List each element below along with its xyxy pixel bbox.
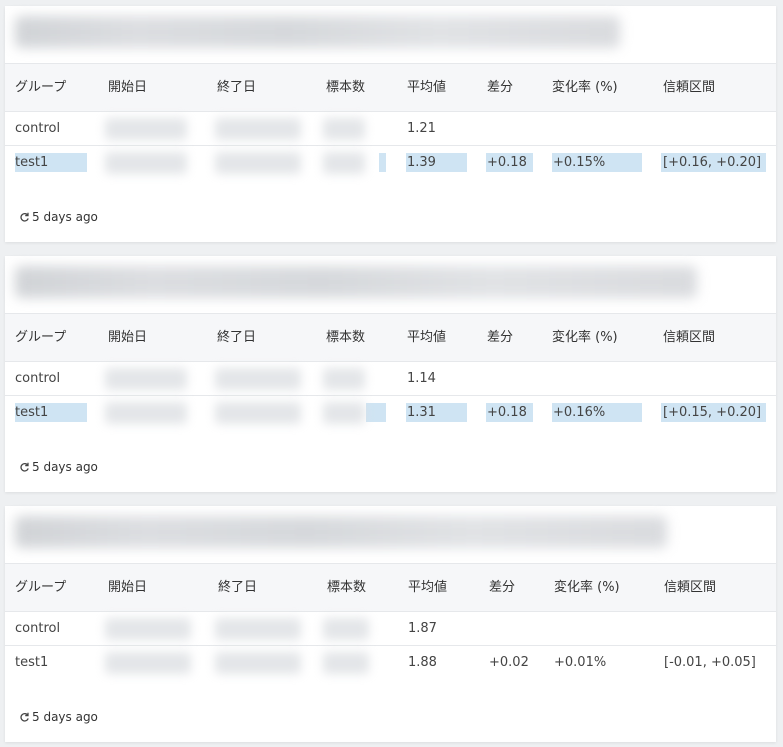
group-cell: control <box>15 621 61 636</box>
col-mean: 平均値 <box>407 330 447 345</box>
table-row: test1 1.88 +0.02 +0.01% [-0.01, +0.05] <box>5 646 776 680</box>
change-rate-cell: +0.01% <box>554 655 607 670</box>
col-start-date: 開始日 <box>108 580 148 595</box>
refresh-icon <box>19 712 30 726</box>
change-rate-cell: +0.15% <box>553 155 606 170</box>
redacted-start-date <box>105 368 187 390</box>
table-row: control 1.14 <box>5 362 776 396</box>
diff-cell: +0.18 <box>487 155 527 170</box>
col-sample-size: 標本数 <box>326 330 366 345</box>
updated-at: 5 days ago <box>19 460 98 476</box>
redacted-start-date <box>105 118 187 140</box>
redacted-end-date <box>215 618 301 640</box>
col-end-date: 終了日 <box>217 330 257 345</box>
card-header <box>5 256 776 314</box>
col-mean: 平均値 <box>408 580 448 595</box>
col-diff: 差分 <box>489 580 516 595</box>
mean-cell: 1.14 <box>407 371 436 386</box>
col-diff: 差分 <box>487 80 514 95</box>
mean-cell: 1.88 <box>408 655 437 670</box>
mean-cell: 1.39 <box>407 155 436 170</box>
mean-cell: 1.31 <box>407 405 436 420</box>
redacted-sample-size <box>323 118 365 140</box>
mean-cell: 1.87 <box>408 621 437 636</box>
diff-cell: +0.18 <box>487 405 527 420</box>
mean-cell: 1.21 <box>407 121 436 136</box>
col-sample-size: 標本数 <box>326 80 366 95</box>
group-cell: control <box>15 371 61 386</box>
table-header: グループ 開始日 終了日 標本数 平均値 差分 変化率 (%) 信頼区間 <box>5 64 776 112</box>
change-rate-cell: +0.16% <box>553 405 606 420</box>
col-start-date: 開始日 <box>108 330 148 345</box>
card-header <box>5 506 776 564</box>
redacted-end-date <box>215 152 301 174</box>
col-confidence-interval: 信頼区間 <box>664 580 717 595</box>
updated-label: 5 days ago <box>32 460 98 474</box>
table-row-selected: test1 1.39 +0.18 +0.15% [+0.16, +0.20] <box>5 146 776 180</box>
redacted-title <box>15 16 620 48</box>
confidence-interval-cell: [-0.01, +0.05] <box>664 655 756 670</box>
table-row: control 1.87 <box>5 612 776 646</box>
redacted-end-date <box>215 652 301 674</box>
redacted-title <box>15 266 697 298</box>
redacted-start-date <box>105 652 191 674</box>
group-cell: test1 <box>15 155 49 170</box>
redacted-start-date <box>105 402 187 424</box>
experiment-card: グループ 開始日 終了日 標本数 平均値 差分 変化率 (%) 信頼区間 con… <box>5 6 776 242</box>
refresh-icon <box>19 462 30 476</box>
col-start-date: 開始日 <box>108 80 148 95</box>
experiment-card: グループ 開始日 終了日 標本数 平均値 差分 変化率 (%) 信頼区間 con… <box>5 506 776 742</box>
redacted-start-date <box>105 152 187 174</box>
col-end-date: 終了日 <box>217 80 257 95</box>
col-sample-size: 標本数 <box>327 580 367 595</box>
group-cell: test1 <box>15 405 49 420</box>
col-confidence-interval: 信頼区間 <box>663 330 716 345</box>
updated-label: 5 days ago <box>32 210 98 224</box>
table-header: グループ 開始日 終了日 標本数 平均値 差分 変化率 (%) 信頼区間 <box>5 314 776 362</box>
col-group: グループ <box>15 80 67 95</box>
updated-at: 5 days ago <box>19 710 98 726</box>
updated-at: 5 days ago <box>19 210 98 226</box>
col-diff: 差分 <box>487 330 514 345</box>
redacted-end-date <box>215 118 301 140</box>
redacted-sample-size <box>323 652 369 674</box>
col-change-rate: 変化率 (%) <box>552 80 618 95</box>
col-group: グループ <box>15 330 67 345</box>
confidence-interval-cell: [+0.16, +0.20] <box>663 155 762 170</box>
table-header: グループ 開始日 終了日 標本数 平均値 差分 変化率 (%) 信頼区間 <box>5 564 776 612</box>
col-group: グループ <box>15 580 67 595</box>
col-change-rate: 変化率 (%) <box>554 580 620 595</box>
redacted-sample-size <box>323 402 365 424</box>
col-change-rate: 変化率 (%) <box>552 330 618 345</box>
experiment-card: グループ 開始日 終了日 標本数 平均値 差分 変化率 (%) 信頼区間 con… <box>5 256 776 492</box>
diff-cell: +0.02 <box>489 655 529 670</box>
redacted-title <box>15 516 667 548</box>
redacted-sample-size <box>323 368 365 390</box>
redacted-end-date <box>215 368 301 390</box>
col-mean: 平均値 <box>407 80 447 95</box>
redacted-sample-size <box>323 152 365 174</box>
col-end-date: 終了日 <box>218 580 258 595</box>
updated-label: 5 days ago <box>32 710 98 724</box>
col-confidence-interval: 信頼区間 <box>663 80 716 95</box>
table-row-selected: test1 1.31 +0.18 +0.16% [+0.15, +0.20] <box>5 396 776 430</box>
group-cell: test1 <box>15 655 49 670</box>
redacted-start-date <box>105 618 191 640</box>
card-header <box>5 6 776 64</box>
redacted-end-date <box>215 402 301 424</box>
table-row: control 1.21 <box>5 112 776 146</box>
group-cell: control <box>15 121 61 136</box>
redacted-sample-size <box>323 618 369 640</box>
refresh-icon <box>19 212 30 226</box>
confidence-interval-cell: [+0.15, +0.20] <box>663 405 762 420</box>
